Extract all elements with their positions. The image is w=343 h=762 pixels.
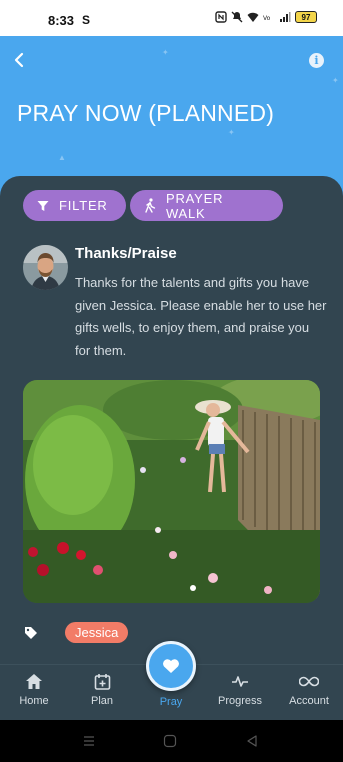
filter-icon	[37, 200, 49, 211]
nav-progress-label: Progress	[217, 695, 263, 707]
decorative-sparkle: ✦	[162, 48, 169, 57]
nav-home-label: Home	[19, 695, 49, 707]
nav-home[interactable]: Home	[0, 673, 68, 707]
recents-icon[interactable]	[82, 734, 96, 748]
filter-label: FILTER	[59, 198, 108, 213]
info-icon: i	[314, 54, 319, 67]
prayer-walk-button[interactable]: PRAYER WALK	[130, 190, 283, 221]
nav-account[interactable]: Account	[275, 673, 343, 707]
nav-plan-label: Plan	[90, 695, 114, 707]
info-button[interactable]: i	[309, 53, 324, 68]
page-title: PRAY NOW (PLANNED)	[17, 100, 275, 126]
back-button[interactable]	[10, 50, 30, 70]
battery-indicator: 97	[295, 11, 317, 23]
nav-account-label: Account	[289, 695, 329, 707]
infinity-icon	[299, 676, 319, 687]
volte-icon: Vo	[263, 15, 271, 22]
calendar-add-icon	[94, 674, 110, 690]
walking-person-icon	[145, 198, 156, 213]
tag-icon	[25, 627, 37, 639]
header: i ✦ ✦ ✦ ▲ PRAY NOW (PLANNED)	[0, 36, 343, 196]
nfc-icon	[215, 11, 227, 23]
nav-plan[interactable]: Plan	[68, 673, 136, 707]
avatar	[23, 245, 68, 290]
status-bar: 8:33 S Vo 97	[0, 0, 343, 36]
nav-pray-label: Pray	[159, 696, 183, 708]
signal-icon	[280, 12, 291, 22]
status-icons: Vo 97	[215, 11, 317, 23]
pulse-icon	[232, 676, 248, 687]
post-title: Thanks/Praise	[75, 245, 177, 262]
prayer-walk-label: PRAYER WALK	[165, 190, 224, 221]
prayer-card: FILTER PRAYER WALK Thanks/Praise Thanks …	[0, 176, 343, 666]
tag-chip-jessica[interactable]: Jessica	[65, 622, 129, 643]
decorative-sparkle: ▲	[58, 153, 66, 162]
system-nav-bar	[0, 720, 343, 762]
svg-text:Vo: Vo	[263, 15, 271, 22]
garden-photo	[23, 380, 320, 603]
filter-button[interactable]: FILTER	[23, 190, 126, 221]
decorative-sparkle: ✦	[332, 76, 339, 85]
nav-progress[interactable]: Progress	[206, 673, 274, 707]
home-circle-icon[interactable]	[163, 734, 177, 748]
heart-icon	[163, 659, 179, 673]
pray-fab-button[interactable]	[146, 641, 196, 691]
post-body: Thanks for the talents and gifts you hav…	[75, 275, 327, 358]
status-time: 8:33	[48, 13, 75, 28]
carrier-icon: S	[82, 13, 91, 27]
wifi-icon	[247, 12, 259, 22]
home-icon	[26, 674, 42, 689]
back-triangle-icon[interactable]	[245, 734, 259, 748]
decorative-sparkle: ✦	[228, 128, 235, 137]
mute-icon	[231, 11, 243, 23]
